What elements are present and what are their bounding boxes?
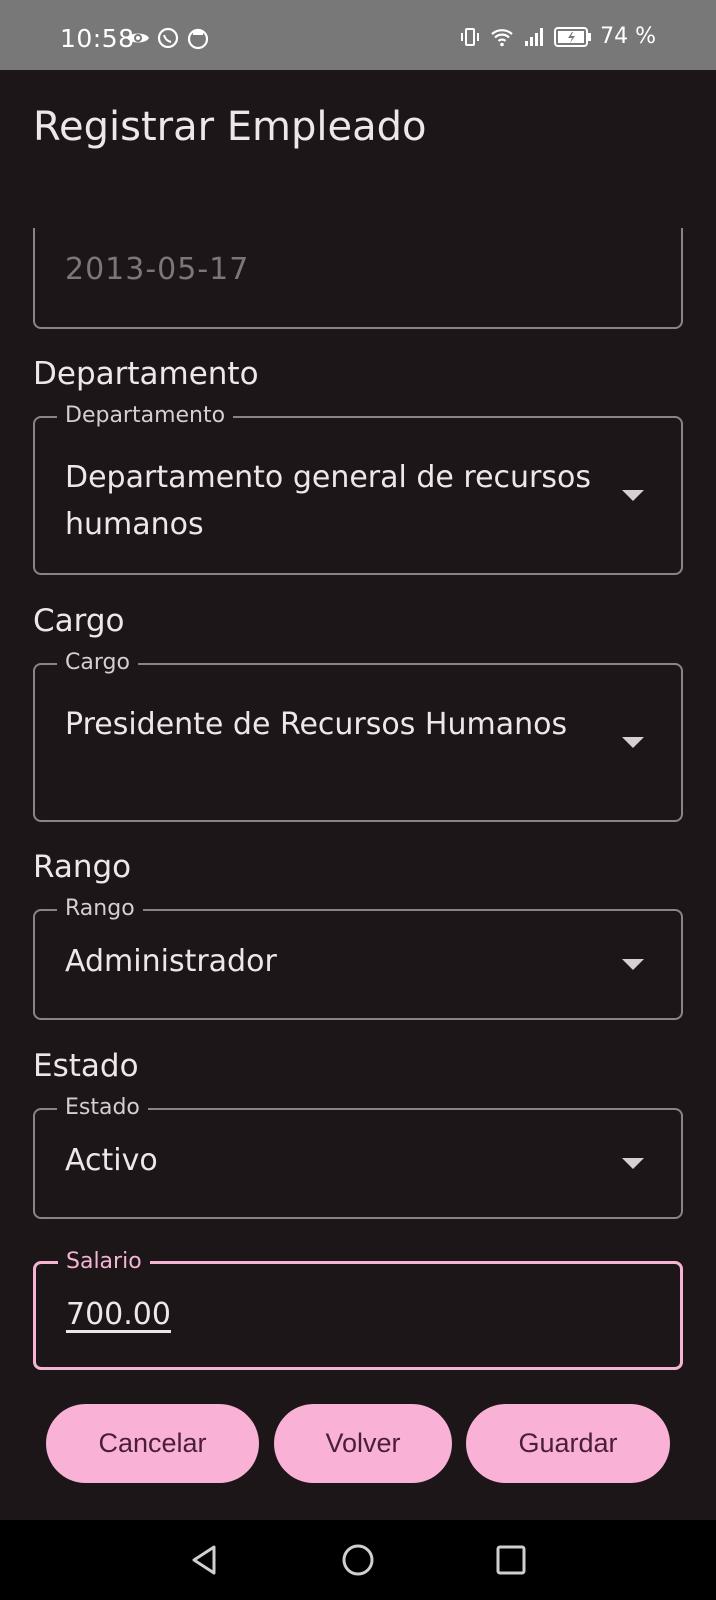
- salario-value[interactable]: 700.00: [66, 1291, 600, 1338]
- cargo-dropdown[interactable]: Cargo Presidente de Recursos Humanos: [33, 650, 683, 822]
- departamento-value: Departamento general de recursos humanos: [65, 460, 591, 542]
- battery-icon: [554, 26, 592, 47]
- status-bar: 10:58 74 %: [0, 0, 716, 70]
- salario-legend: Salario: [58, 1249, 150, 1274]
- status-icons-left: [126, 26, 210, 50]
- wifi-icon: [491, 28, 513, 46]
- page-title: Registrar Empleado: [33, 104, 427, 150]
- departamento-legend: Departamento: [57, 403, 234, 428]
- dropdown-arrow-icon: [622, 737, 644, 748]
- cancel-button[interactable]: Cancelar: [46, 1404, 259, 1483]
- rango-value: Administrador: [65, 944, 277, 979]
- salario-input[interactable]: Salario 700.00: [33, 1249, 683, 1370]
- estado-section-label: Estado: [33, 1048, 139, 1084]
- estado-dropdown[interactable]: Estado Activo: [33, 1095, 683, 1219]
- dropdown-arrow-icon: [622, 490, 644, 501]
- battery-percent: 74 %: [600, 24, 656, 49]
- cargo-section-label: Cargo: [33, 603, 125, 639]
- estado-legend: Estado: [57, 1095, 148, 1120]
- dropdown-arrow-icon: [622, 1158, 644, 1169]
- home-nav-icon[interactable]: [340, 1542, 376, 1578]
- departamento-section-label: Departamento: [33, 356, 259, 392]
- app-icon: [187, 28, 209, 50]
- vibrate-icon: [461, 27, 480, 46]
- status-icons-right: 74 %: [458, 24, 656, 49]
- navigation-bar: [0, 1520, 716, 1600]
- recents-nav-icon[interactable]: [493, 1542, 529, 1578]
- estado-value: Activo: [65, 1143, 158, 1178]
- departamento-dropdown[interactable]: Departamento Departamento general de rec…: [33, 403, 683, 575]
- rango-legend: Rango: [57, 896, 143, 921]
- whatsapp-icon: [157, 27, 179, 49]
- signal-icon: [525, 27, 544, 46]
- rango-section-label: Rango: [33, 849, 132, 885]
- cargo-value: Presidente de Recursos Humanos: [65, 707, 568, 742]
- rango-dropdown[interactable]: Rango Administrador: [33, 896, 683, 1020]
- back-button[interactable]: Volver: [274, 1404, 452, 1483]
- date-field[interactable]: 2013-05-17: [33, 228, 683, 329]
- back-nav-icon[interactable]: [186, 1542, 222, 1578]
- dropdown-arrow-icon: [622, 959, 644, 970]
- eye-icon: [127, 33, 149, 43]
- status-time: 10:58: [60, 24, 135, 53]
- save-button[interactable]: Guardar: [466, 1404, 670, 1483]
- cargo-legend: Cargo: [57, 650, 138, 675]
- date-value: 2013-05-17: [65, 252, 250, 287]
